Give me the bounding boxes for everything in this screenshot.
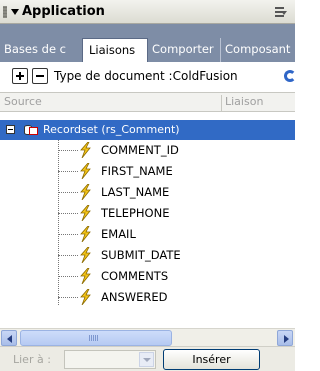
field-row[interactable]: TELEPHONE bbox=[0, 203, 295, 223]
field-label: TELEPHONE bbox=[101, 206, 170, 220]
tab-bar: Bases de c Liaisons Comporter Composant bbox=[0, 24, 295, 62]
tab-behaviors[interactable]: Comporter bbox=[148, 38, 220, 62]
field-row[interactable]: FIRST_NAME bbox=[0, 161, 295, 181]
field-row[interactable]: COMMENTS bbox=[0, 266, 295, 286]
chevron-down-icon[interactable] bbox=[139, 352, 154, 367]
scroll-left-button[interactable] bbox=[1, 330, 17, 346]
insert-button[interactable]: Insérer bbox=[163, 349, 260, 370]
tab-components[interactable]: Composant bbox=[220, 38, 295, 62]
lightning-bolt-icon bbox=[80, 226, 91, 242]
refresh-icon[interactable] bbox=[284, 70, 296, 82]
recordset-label: Recordset (rs_Comment) bbox=[43, 123, 180, 136]
document-type-label[interactable]: Type de document :ColdFusion bbox=[54, 69, 238, 83]
column-header: Source Liaison bbox=[0, 92, 295, 113]
field-row[interactable]: LAST_NAME bbox=[0, 182, 295, 202]
footer-bar: Lier à : Insérer bbox=[0, 346, 295, 371]
panel-title: Application bbox=[22, 4, 105, 19]
lightning-bolt-icon bbox=[80, 184, 91, 200]
tab-bindings[interactable]: Liaisons bbox=[82, 38, 148, 62]
scroll-right-button[interactable] bbox=[277, 330, 293, 346]
panel-options-menu-icon[interactable] bbox=[275, 7, 287, 17]
collapse-triangle-icon[interactable] bbox=[11, 9, 19, 15]
recordset-icon bbox=[24, 123, 38, 136]
panel-title-bar[interactable]: Application bbox=[0, 0, 295, 24]
binding-column-header[interactable]: Liaison bbox=[221, 95, 295, 113]
tab-databases[interactable]: Bases de c bbox=[4, 38, 82, 62]
lightning-bolt-icon bbox=[80, 289, 91, 305]
bindings-tree: Recordset (rs_Comment) COMMENT_ID FIRST_… bbox=[0, 112, 295, 328]
bind-to-select[interactable] bbox=[64, 350, 156, 369]
field-row[interactable]: EMAIL bbox=[0, 224, 295, 244]
minus-icon bbox=[36, 75, 44, 77]
field-row[interactable]: ANSWERED bbox=[0, 287, 295, 307]
field-label: FIRST_NAME bbox=[101, 164, 173, 178]
field-label: COMMENT_ID bbox=[101, 143, 179, 157]
lightning-bolt-icon bbox=[80, 163, 91, 179]
bind-to-label: Lier à : bbox=[13, 353, 51, 366]
remove-binding-button[interactable] bbox=[32, 68, 48, 84]
lightning-bolt-icon bbox=[80, 205, 91, 221]
lightning-bolt-icon bbox=[80, 247, 91, 263]
field-label: ANSWERED bbox=[101, 290, 168, 304]
bindings-toolbar: Type de document :ColdFusion bbox=[0, 62, 296, 92]
field-row[interactable]: SUBMIT_DATE bbox=[0, 245, 295, 265]
recordset-row[interactable]: Recordset (rs_Comment) bbox=[0, 120, 295, 140]
add-binding-button[interactable] bbox=[12, 68, 28, 84]
field-label: LAST_NAME bbox=[101, 185, 170, 199]
scrollbar-thumb[interactable] bbox=[20, 330, 172, 346]
field-label: EMAIL bbox=[101, 227, 136, 241]
lightning-bolt-icon bbox=[80, 268, 91, 284]
horizontal-scrollbar[interactable] bbox=[0, 328, 295, 346]
field-label: COMMENTS bbox=[101, 269, 169, 283]
source-column-header[interactable]: Source bbox=[4, 95, 42, 108]
collapse-toggle[interactable] bbox=[6, 125, 15, 134]
lightning-bolt-icon bbox=[80, 142, 91, 158]
field-row[interactable]: COMMENT_ID bbox=[0, 140, 295, 160]
field-label: SUBMIT_DATE bbox=[101, 248, 181, 262]
drag-grip-icon[interactable] bbox=[3, 6, 7, 18]
